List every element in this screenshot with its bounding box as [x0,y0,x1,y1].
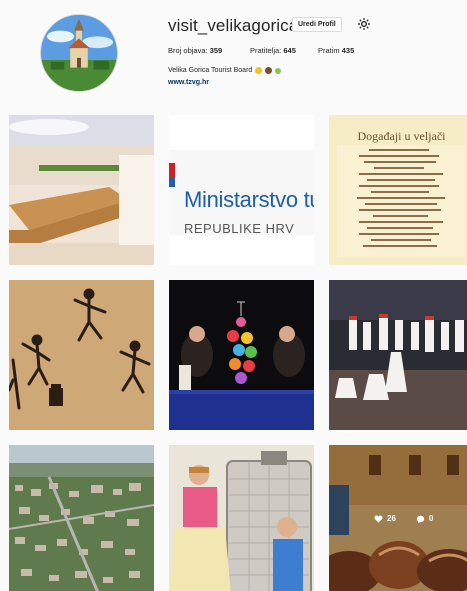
ministry-title-text: Ministarstvo tu [184,187,314,212]
comments-stat: 0 [416,514,433,523]
bear-icon [265,67,273,74]
likes-stat: 26 [374,514,396,523]
sunflower-icon [255,67,263,74]
clover-icon [275,67,282,74]
post-events-poster[interactable]: Događaji u veljači [329,115,467,265]
theatre-play-image [169,445,314,591]
profile-bio: Velika Gorica Tourist Board [168,67,282,74]
comment-icon [416,515,425,523]
profile-avatar[interactable] [40,14,118,92]
posts-count[interactable]: Broj objava: 359 [168,46,250,55]
puppet-theatre-image [169,280,314,430]
post-hotel-spa[interactable] [9,115,154,265]
gear-icon[interactable] [357,17,371,31]
edit-profile-button[interactable]: Uredi Profil [292,17,342,32]
heart-icon [374,515,383,523]
post-hover-stats: 26 0 [374,514,433,523]
folk-dance-image [329,280,467,430]
post-ministry-logo[interactable]: Ministarstvo tu REPUBLIKE HRV [169,115,314,265]
post-aerial-city[interactable] [9,445,154,591]
followers-label: Pratitelja: [250,46,282,55]
aerial-town-image [9,445,154,591]
posts-label: Broj objava: [168,46,208,55]
likes-count: 26 [387,514,396,523]
post-folk-dance[interactable] [329,280,467,430]
followers-count[interactable]: Pratitelja: 645 [250,46,318,55]
followers-value: 645 [283,46,296,55]
ministry-subtitle-text: REPUBLIKE HRV [184,221,295,236]
profile-username: visit_velikagorica [168,16,299,35]
post-chocolates-square[interactable]: 26 0 [329,445,467,591]
posts-value: 359 [209,46,223,55]
following-label: Pratim [318,46,340,55]
following-count[interactable]: Pratim 435 [318,46,354,55]
cave-painting-image [9,280,154,430]
following-value: 435 [341,46,355,55]
post-cave-art[interactable] [9,280,154,430]
profile-full-name: Velika Gorica Tourist Board [168,67,253,74]
post-puppet-show[interactable] [169,280,314,430]
post-theatre-play[interactable] [169,445,314,591]
profile-stats: Broj objava: 359 Pratitelja: 645 Pratim … [168,46,354,55]
poster-title-text: Događaji u veljači [357,129,446,143]
profile-website-link[interactable]: www.tzvg.hr [168,79,209,86]
church-avatar-image [41,15,117,91]
spa-interior-image [9,115,154,265]
comments-count: 0 [428,514,434,523]
